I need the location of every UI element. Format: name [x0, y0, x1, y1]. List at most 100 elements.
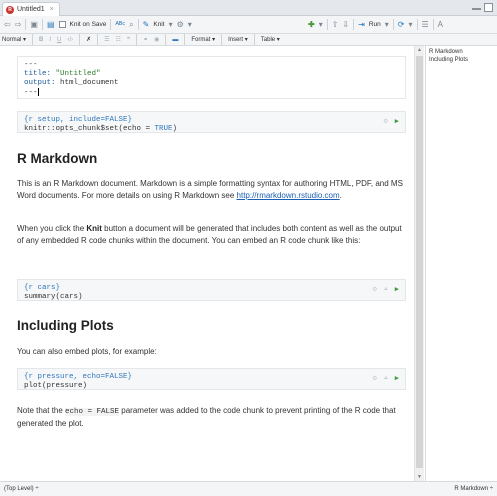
image-icon[interactable]: ◉ [154, 36, 159, 43]
toolbar-divider [353, 19, 355, 30]
paragraph-plots: You can also embed plots, for example: [17, 347, 157, 356]
bullet-list-icon[interactable]: ☰ [104, 36, 109, 43]
search-icon[interactable]: ⌕ [129, 20, 133, 30]
tab-bar: R Untitled1 × [0, 0, 497, 16]
tab-untitled1[interactable]: R Untitled1 × [2, 2, 60, 16]
scroll-thumb[interactable] [416, 56, 423, 468]
run-chunk-icon[interactable]: ▶ [395, 375, 399, 384]
insert-image-icon[interactable]: ▬ [172, 37, 178, 43]
outline-item-r-markdown[interactable]: R Markdown [429, 48, 494, 56]
gear-dropdown-icon[interactable]: ▾ [188, 20, 192, 29]
chunk-controls: ⚙ ⩡ ▶ [373, 286, 399, 295]
document-outline: R Markdown Including Plots [425, 46, 497, 481]
toolbar-divider [253, 34, 255, 45]
visual-editor-area[interactable]: --- title: "Untitled" output: html_docum… [0, 46, 412, 481]
run-button[interactable]: Run [369, 21, 381, 28]
knit-icon[interactable]: ✎ [143, 20, 150, 29]
paragraph-echo-note: Note that the echo = FALSE parameter was… [17, 406, 396, 428]
format-toolbar: Normal ▾ B I U ‹/› ✗ ☰ ☷ ❝ ⚭ ◉ ▬ Format … [0, 34, 497, 46]
insert-label: Insert [228, 37, 244, 43]
publish-dropdown-icon[interactable]: ▾ [408, 20, 412, 29]
save-icon[interactable]: ▤ [47, 20, 55, 29]
bold-button[interactable]: B [39, 37, 43, 43]
run-previous-chunks-icon[interactable]: ⩡ [384, 375, 388, 384]
publish-icon[interactable]: ⟳ [398, 20, 405, 29]
code-icon[interactable]: ‹/› [67, 37, 73, 43]
run-previous-chunks-icon[interactable]: ⩡ [384, 286, 388, 295]
go-down-icon[interactable]: ⇩ [342, 20, 349, 29]
setup-chunk[interactable]: {r setup, include=FALSE} knitr::opts_chu… [17, 111, 406, 133]
underline-button[interactable]: U [57, 37, 61, 43]
toolbar-divider [392, 19, 394, 30]
toolbar-divider [79, 34, 81, 45]
cars-chunk[interactable]: {r cars} summary(cars) ⚙ ⩡ ▶ [17, 279, 406, 301]
go-up-icon[interactable]: ⇧ [332, 20, 339, 29]
visual-editor-icon[interactable]: A [438, 20, 443, 29]
toolbar-divider [432, 19, 434, 30]
heading-including-plots: Including Plots [17, 318, 114, 333]
run-dropdown-icon[interactable]: ▾ [385, 20, 389, 29]
style-label: Normal [2, 37, 22, 43]
chunk-options-icon[interactable]: ⚙ [373, 286, 377, 295]
minimize-icon[interactable] [472, 3, 481, 10]
yaml-line: --- [24, 88, 39, 97]
scroll-up-icon[interactable]: ▲ [417, 47, 422, 53]
blockquote-icon[interactable]: ❝ [127, 36, 130, 43]
text-cursor [37, 88, 39, 96]
knit-dropdown-icon[interactable]: ▾ [169, 20, 173, 29]
toolbar-divider [184, 34, 186, 45]
editor-scrollbar[interactable]: ▲ ▼ [414, 46, 424, 481]
pressure-chunk[interactable]: {r pressure, echo=FALSE} plot(pressure) … [17, 368, 406, 390]
italic-button[interactable]: I [49, 37, 51, 43]
clear-format-icon[interactable]: ✗ [86, 36, 91, 43]
yaml-line: --- [24, 61, 38, 69]
rmarkdown-link[interactable]: http://rmarkdown.rstudio.com [237, 191, 340, 200]
tab-label: Untitled1 [17, 6, 45, 13]
chunk-code: plot(pressure) [24, 382, 88, 390]
link-icon[interactable]: ⚭ [143, 36, 148, 43]
outline-item-including-plots[interactable]: Including Plots [429, 56, 494, 64]
style-dropdown[interactable]: Normal ▾ [2, 36, 26, 43]
status-bar: (Top Level) ÷ R Markdown ÷ [0, 481, 497, 496]
format-menu[interactable]: Format ▾ [191, 36, 215, 43]
insert-chunk-dropdown-icon[interactable]: ▾ [319, 20, 323, 29]
table-label: Table [260, 37, 276, 43]
run-chunk-icon[interactable]: ▶ [395, 118, 399, 127]
knit-on-save-label: Knit on Save [69, 21, 107, 28]
heading-r-markdown: R Markdown [17, 151, 98, 166]
toolbar-divider [136, 34, 138, 45]
yaml-header-block[interactable]: --- title: "Untitled" output: html_docum… [17, 56, 406, 99]
spellcheck-icon[interactable]: ᴬᴮᶜ [115, 20, 125, 29]
chunk-code: summary(cars) [24, 293, 83, 301]
chunk-options-icon[interactable]: ⚙ [384, 118, 388, 127]
chunk-code: knitr::opts_chunk$set(echo = TRUE) [24, 125, 178, 133]
toolbar-divider [221, 34, 223, 45]
paragraph-intro: This is an R Markdown document. Markdown… [17, 179, 403, 200]
run-chunk-icon[interactable]: ▶ [395, 286, 399, 295]
chunk-header: {r pressure, echo=FALSE} [24, 373, 133, 381]
forward-arrow-icon[interactable]: ⇨ [15, 20, 22, 29]
table-menu[interactable]: Table ▾ [261, 36, 280, 43]
chunk-options-icon[interactable]: ⚙ [373, 375, 377, 384]
toolbar-divider [25, 19, 27, 30]
outline-toggle-icon[interactable]: ☰ [422, 20, 429, 29]
insert-menu[interactable]: Insert ▾ [228, 36, 248, 43]
tab-close-icon[interactable]: × [50, 6, 54, 13]
numbered-list-icon[interactable]: ☷ [115, 36, 120, 43]
run-icon[interactable]: ⇥ [358, 20, 365, 29]
gear-icon[interactable]: ⚙ [177, 20, 184, 29]
inline-code: echo = FALSE [65, 408, 120, 416]
format-label: Format [191, 37, 211, 43]
knit-button[interactable]: Knit [153, 21, 164, 28]
scope-selector[interactable]: (Top Level) ÷ [4, 486, 39, 492]
back-arrow-icon[interactable]: ⇦ [4, 20, 11, 29]
scroll-down-icon[interactable]: ▼ [417, 474, 422, 480]
file-type-selector[interactable]: R Markdown ÷ [454, 486, 493, 492]
toolbar-right-group: ✚ ▾ ⇧ ⇩ ⇥ Run ▾ ⟳ ▾ ☰ A [308, 19, 443, 30]
insert-chunk-icon[interactable]: ✚ [308, 20, 315, 29]
knit-on-save-checkbox[interactable] [58, 21, 66, 28]
show-in-window-icon[interactable]: ▣ [30, 20, 38, 29]
toolbar-divider [110, 19, 112, 30]
toolbar-divider [165, 34, 167, 45]
maximize-icon[interactable] [484, 3, 493, 12]
